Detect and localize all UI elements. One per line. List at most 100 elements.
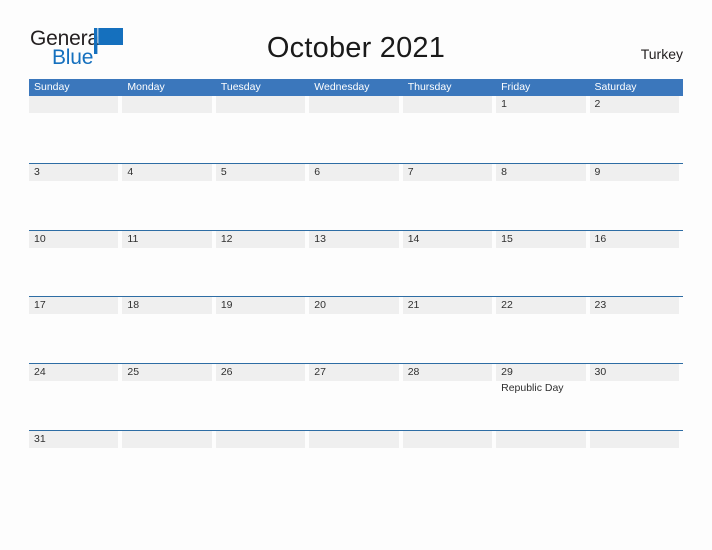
day-cell-empty	[402, 430, 496, 452]
day-cell-10[interactable]: 10	[29, 230, 122, 297]
day-number-band	[496, 96, 586, 113]
calendar-page: General Blue October 2021 Turkey Sunday M…	[0, 0, 712, 550]
calendar-week-row: 24 25 26 27 28 29 Republic Day 30	[29, 363, 683, 430]
day-cell-1[interactable]: 1	[496, 96, 589, 163]
day-number: 14	[407, 232, 420, 245]
weekday-header-friday: Friday	[501, 81, 531, 93]
day-cell-14[interactable]: 14	[402, 230, 496, 297]
day-cell-empty	[309, 430, 402, 452]
calendar-week-row: 10 11 12 13 14 15 16	[29, 229, 683, 297]
day-number: 2	[594, 98, 601, 110]
weekday-header-tuesday: Tuesday	[220, 81, 261, 93]
day-cell-25[interactable]: 25	[122, 364, 215, 430]
day-cell-26[interactable]: 26	[215, 364, 309, 430]
day-number-band	[215, 430, 306, 448]
day-number-band	[215, 163, 306, 181]
week-cells: 12	[29, 96, 683, 163]
day-cell-29[interactable]: 29 Republic Day	[496, 364, 589, 430]
day-cell-28[interactable]: 28	[402, 364, 496, 430]
day-number-band	[402, 96, 493, 113]
day-cell-27[interactable]: 27	[309, 364, 402, 430]
day-number: 1	[501, 98, 507, 110]
day-cell-empty	[122, 96, 215, 163]
day-number: 17	[34, 299, 46, 312]
day-cell-empty	[496, 430, 589, 452]
day-number: 15	[501, 232, 513, 245]
day-number: 26	[220, 366, 233, 379]
day-cell-8[interactable]: 8	[496, 163, 589, 230]
day-number: 7	[407, 165, 414, 178]
holiday-label: Republic Day	[501, 382, 564, 395]
day-number-band	[29, 163, 119, 181]
day-cell-20[interactable]: 20	[309, 297, 402, 363]
day-number: 30	[594, 366, 607, 379]
day-number-band	[496, 430, 586, 448]
day-cell-12[interactable]: 12	[215, 230, 309, 297]
day-number: 8	[501, 165, 507, 178]
day-number-band	[402, 430, 493, 448]
day-cell-4[interactable]: 4	[122, 163, 215, 230]
day-cell-13[interactable]: 13	[309, 230, 402, 297]
day-number-band	[589, 430, 679, 448]
day-number: 24	[34, 366, 46, 379]
day-cell-3[interactable]: 3	[29, 163, 122, 230]
weekday-header-thursday: Thursday	[407, 81, 452, 93]
weekday-header-monday: Monday	[127, 81, 165, 93]
day-cell-11[interactable]: 11	[122, 230, 215, 297]
day-number: 9	[594, 165, 601, 178]
calendar-week-row: 12	[29, 96, 683, 163]
day-number: 10	[34, 232, 46, 245]
day-number-band	[309, 163, 399, 181]
day-number: 16	[594, 232, 607, 245]
week-cells: 31	[29, 430, 683, 452]
day-cell-18[interactable]: 18	[122, 297, 215, 363]
day-cell-16[interactable]: 16	[589, 230, 683, 297]
day-cell-empty	[215, 96, 309, 163]
weekday-header-saturday: Saturday	[594, 81, 637, 93]
day-number: 5	[220, 165, 227, 178]
page-title: October 2021	[266, 32, 446, 64]
day-number-band	[122, 163, 212, 181]
day-number: 12	[220, 232, 233, 245]
day-cell-30[interactable]: 30	[589, 364, 683, 430]
day-number: 25	[127, 366, 140, 379]
day-cell-23[interactable]: 23	[589, 297, 683, 363]
day-number-band	[215, 96, 306, 113]
day-cell-empty	[29, 96, 122, 163]
week-cells: 24 25 26 27 28 29 Republic Day 30	[29, 364, 683, 430]
day-cell-21[interactable]: 21	[402, 297, 496, 363]
day-number: 4	[127, 165, 134, 178]
calendar-week-row: 31	[29, 429, 683, 452]
calendar-week-row: 17 18 19 20 21 22 23	[29, 296, 683, 363]
day-number-band	[29, 96, 119, 113]
day-cell-19[interactable]: 19	[215, 297, 309, 363]
day-cell-31[interactable]: 31	[29, 430, 122, 452]
country-label: Turkey	[640, 46, 683, 62]
day-number-band	[122, 96, 212, 113]
day-number-band	[309, 96, 399, 113]
day-cell-5[interactable]: 5	[215, 163, 309, 230]
day-number-band	[589, 96, 679, 113]
day-cell-24[interactable]: 24	[29, 364, 122, 430]
day-cell-6[interactable]: 6	[309, 163, 402, 230]
day-cell-7[interactable]: 7	[402, 163, 496, 230]
day-number: 19	[220, 299, 233, 312]
calendar-week-row: 3 4 5 6 7 8 9	[29, 162, 683, 230]
day-number: 29	[501, 366, 513, 379]
day-number: 21	[407, 299, 420, 312]
day-cell-2[interactable]: 2	[589, 96, 683, 163]
day-cell-9[interactable]: 9	[589, 163, 683, 230]
day-number: 31	[34, 432, 46, 445]
day-cell-17[interactable]: 17	[29, 297, 122, 363]
calendar-weeks: 1 2 3 4 5 6 7 8 9 10 11 12 13 14 15 16 17 18 19 20 21 22 23 24 2…	[29, 96, 683, 452]
day-cell-empty	[589, 430, 683, 452]
week-cells: 10 11 12 13 14 15 16	[29, 230, 683, 297]
day-cell-22[interactable]: 22	[496, 297, 589, 363]
day-cell-15[interactable]: 15	[496, 230, 589, 297]
page-header: General Blue October 2021 Turkey	[0, 0, 712, 76]
day-number: 3	[34, 165, 40, 178]
day-number: 13	[314, 232, 326, 245]
day-number-band	[402, 163, 493, 181]
day-number: 28	[407, 366, 420, 379]
day-number-band	[309, 430, 399, 448]
